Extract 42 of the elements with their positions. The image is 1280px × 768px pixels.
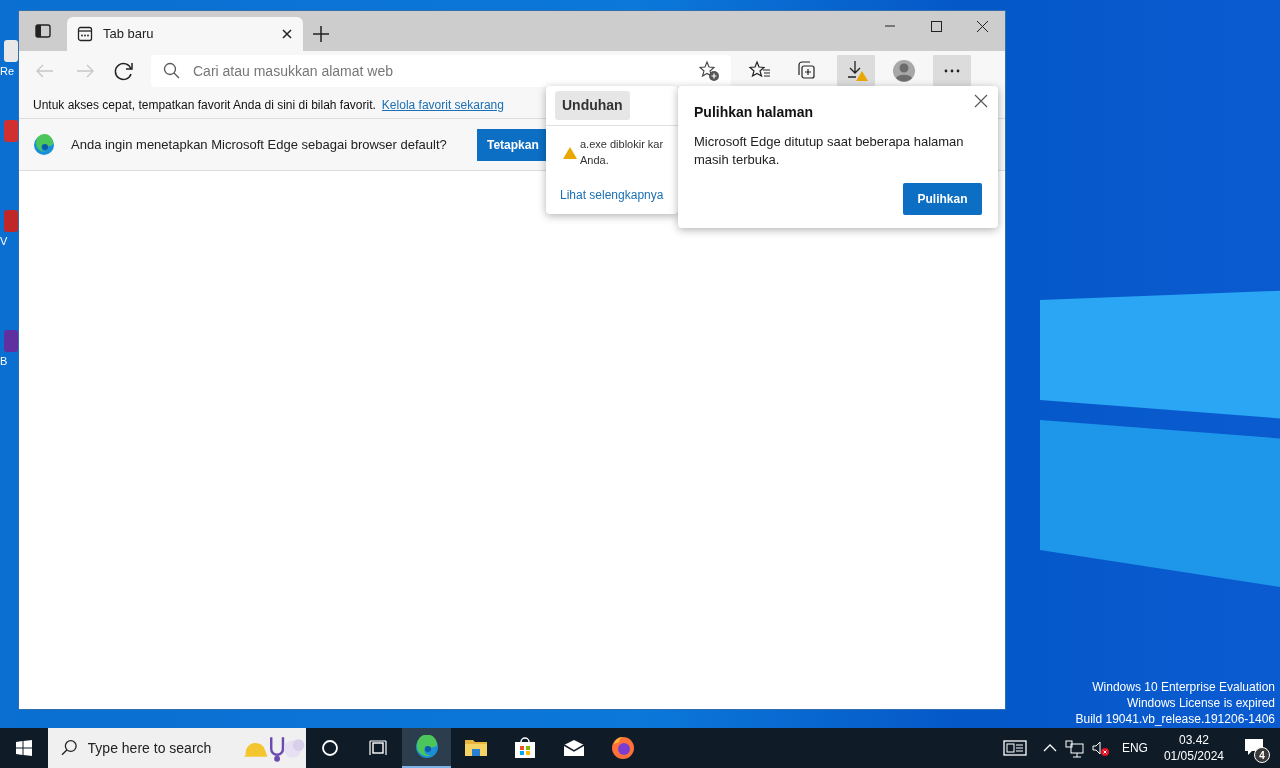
restore-title: Pulihkan halaman [694,103,815,122]
clock-time[interactable]: 03.42 [1178,732,1209,748]
add-favorite-icon[interactable] [697,59,721,83]
download-item-text: a.exe diblokir kar [580,137,664,152]
activation-text: Windows License is expired [1126,695,1275,711]
close-icon[interactable] [281,28,293,40]
activation-text: Windows 10 Enterprise Evaluation [1092,679,1275,695]
browser-tab[interactable]: Tab baru [67,17,303,51]
windows-icon [16,740,32,756]
search-icon [60,739,78,757]
news-icon[interactable] [1001,738,1030,758]
shopping-bag-icon [512,736,537,760]
address-bar[interactable]: Cari atau masukkan alamat web [151,55,731,87]
default-browser-message: Anda ingin menetapkan Microsoft Edge sebagai browser default? [71,135,448,154]
search-icon [163,62,181,80]
see-more-link[interactable]: Lihat selengkapnya [560,186,664,204]
more-icon [944,69,960,73]
notification-badge: 4 [1254,747,1270,763]
close-icon[interactable] [974,94,988,108]
page-icon [77,26,93,42]
restore-button[interactable]: Pulihkan [903,183,982,215]
network-icon[interactable] [1063,738,1086,758]
browser-logo-icon [414,735,439,759]
activation-text: Build 19041.vb_release.191206-1406 [1075,711,1275,727]
taskbar-search[interactable]: Type here to search [48,728,306,768]
download-warning-button[interactable] [837,55,875,87]
restore-message: Microsoft Edge ditutup saat beberapa halaman masih terbuka. [694,133,965,169]
firefox-icon [610,736,635,760]
desktop-icon-label: V [0,236,8,247]
search-input[interactable]: Type here to search [87,737,228,759]
desktop-icon-label: Re [0,66,15,77]
downloads-title-button[interactable]: Unduhan [555,91,630,120]
download-item-text: Anda. [580,153,610,168]
desktop-icon-label: B [0,356,8,367]
set-default-button[interactable]: Tetapkan [477,128,547,161]
avatar-icon [890,57,918,85]
favorites-hint: Untuk akses cepat, tempatkan favorit Anda di sini di bilah favorit. [33,96,376,114]
tab-title: Tab baru [103,25,155,44]
manage-favorites-link[interactable]: Kelola favorit sekarang [381,95,504,114]
browser-logo-icon [33,133,55,156]
language-indicator[interactable]: ENG [1121,739,1148,757]
clock-date[interactable]: 01/05/2024 [1163,748,1224,764]
